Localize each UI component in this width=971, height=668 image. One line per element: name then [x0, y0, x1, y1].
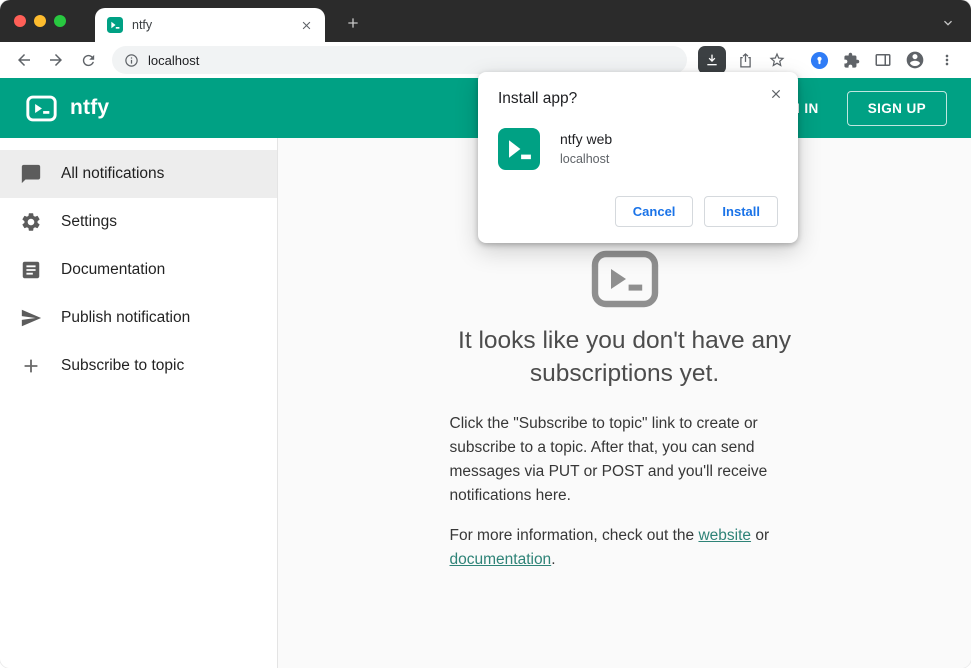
more-info-middle: or	[751, 527, 770, 545]
install-app-icon[interactable]	[698, 46, 726, 74]
share-icon[interactable]	[731, 46, 759, 74]
address-bar[interactable]: localhost	[112, 46, 687, 74]
chat-bubble-icon	[19, 162, 43, 186]
empty-state-more-info: For more information, check out the webs…	[450, 524, 800, 572]
reload-button[interactable]	[74, 46, 102, 74]
sidebar-item-label: Subscribe to topic	[61, 357, 185, 374]
extensions-puzzle-icon[interactable]	[837, 46, 865, 74]
ntfy-logo-icon	[26, 95, 57, 122]
password-extension-icon[interactable]	[805, 46, 833, 74]
empty-state-paragraph: Click the "Subscribe to topic" link to c…	[449, 415, 768, 505]
browser-menu-dots-icon[interactable]	[933, 46, 961, 74]
more-info-suffix: .	[551, 551, 556, 569]
dialog-app-origin: localhost	[560, 152, 610, 166]
settings-gear-icon	[19, 210, 43, 234]
sidebar-item-label: Publish notification	[61, 309, 191, 326]
side-panel-icon[interactable]	[869, 46, 897, 74]
plus-icon	[19, 354, 43, 378]
toolbar-extensions-group	[803, 46, 963, 74]
ntfy-favicon-icon	[107, 17, 123, 33]
profile-avatar-icon[interactable]	[901, 46, 929, 74]
documentation-article-icon	[19, 258, 43, 282]
ntfy-app-icon	[498, 128, 540, 170]
window-controls	[14, 15, 66, 27]
tab-strip: ntfy	[0, 0, 971, 42]
forward-button[interactable]	[42, 46, 70, 74]
empty-state-text: Click the "Subscribe to topic" link to c…	[450, 412, 800, 588]
send-icon	[19, 306, 43, 330]
tab-list-chevron-icon[interactable]	[937, 12, 959, 34]
close-window-button[interactable]	[14, 15, 26, 27]
sidebar-item-label: Settings	[61, 213, 118, 230]
sidebar: All notifications Settings Documentation…	[0, 138, 278, 668]
dialog-app-text: ntfy web localhost	[560, 128, 612, 166]
back-button[interactable]	[10, 46, 38, 74]
install-button[interactable]: Install	[704, 196, 778, 227]
more-info-prefix: For more information, check out the	[449, 527, 699, 545]
dialog-app-name: ntfy web	[560, 131, 613, 147]
sidebar-item-label: Documentation	[61, 261, 166, 278]
dialog-app-row: ntfy web localhost	[498, 128, 778, 170]
tab-close-icon[interactable]	[297, 16, 315, 34]
tab-title: ntfy	[132, 18, 153, 32]
url-text: localhost	[148, 52, 200, 68]
site-info-icon[interactable]	[124, 53, 139, 68]
ntfy-empty-state-icon	[591, 250, 659, 313]
dialog-buttons: Cancel Install	[498, 196, 778, 227]
cancel-button[interactable]: Cancel	[614, 196, 694, 227]
app-title: ntfy	[70, 96, 110, 119]
sidebar-item-publish-notification[interactable]: Publish notification	[0, 294, 277, 342]
sidebar-item-all-notifications[interactable]: All notifications	[0, 150, 277, 198]
sidebar-item-label: All notifications	[61, 165, 165, 182]
sidebar-item-documentation[interactable]: Documentation	[0, 246, 277, 294]
minimize-window-button[interactable]	[34, 15, 46, 27]
install-app-dialog: Install app? ntfy web localhost Cancel I…	[478, 72, 798, 243]
sidebar-item-subscribe-to-topic[interactable]: Subscribe to topic	[0, 342, 277, 390]
dialog-title: Install app?	[498, 90, 578, 107]
sidebar-item-settings[interactable]: Settings	[0, 198, 277, 246]
sign-up-button[interactable]: SIGN UP	[846, 90, 947, 126]
website-link[interactable]: website	[698, 527, 751, 544]
fullscreen-window-button[interactable]	[54, 15, 66, 27]
new-tab-button[interactable]	[342, 12, 364, 34]
dialog-close-icon[interactable]	[766, 84, 786, 104]
browser-window: ntfy localhost ntfy IN SIGN UP Install a…	[0, 0, 971, 668]
documentation-link[interactable]: documentation	[450, 551, 552, 568]
bookmark-star-icon[interactable]	[763, 46, 791, 74]
browser-tab-ntfy[interactable]: ntfy	[95, 8, 325, 42]
empty-state-heading: It looks like you don't have any subscri…	[458, 327, 791, 387]
